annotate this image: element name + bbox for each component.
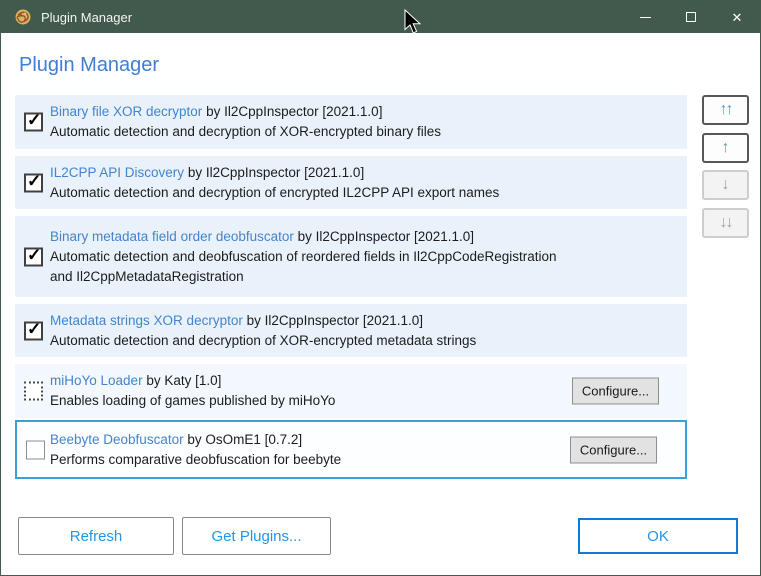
plugin-row-beebyte-deobfuscator[interactable]: Beebyte Deobfuscator by OsOmE1 [0.7.2] P… <box>15 420 687 479</box>
check-icon: ✓ <box>27 171 42 190</box>
plugin-author-version: by OsOmE1 [0.7.2] <box>187 431 303 447</box>
plugin-name-link[interactable]: Beebyte Deobfuscator <box>50 432 184 447</box>
plugin-description: Enables loading of games published by mi… <box>50 393 336 408</box>
plugin-author-version: by Katy [1.0] <box>146 373 222 388</box>
maximize-button[interactable] <box>668 1 714 33</box>
plugin-name-link[interactable]: miHoYo Loader <box>50 373 143 388</box>
plugin-checkbox[interactable]: ✓ <box>24 171 43 192</box>
maximize-icon <box>686 12 696 22</box>
check-icon: ✓ <box>27 319 42 338</box>
plugin-description: Automatic detection and deobfuscation of… <box>50 248 557 284</box>
move-to-top-button[interactable]: ↑↑ <box>702 95 749 125</box>
window-title: Plugin Manager <box>41 9 133 25</box>
plugin-checkbox[interactable] <box>26 440 45 459</box>
configure-button[interactable]: Configure... <box>570 436 657 463</box>
check-icon: ✓ <box>27 110 42 130</box>
plugin-description: Automatic detection and decryption of en… <box>50 184 500 200</box>
move-down-button[interactable]: ↓ <box>702 170 749 200</box>
plugin-checkbox[interactable]: ✓ <box>24 245 43 266</box>
close-icon: ✕ <box>731 9 743 25</box>
page-title: Plugin Manager <box>19 54 160 76</box>
move-to-bottom-button[interactable]: ↓↓ <box>702 208 749 238</box>
plugin-author-version: by Il2CppInspector [2021.1.0] <box>187 164 365 180</box>
check-icon: ✓ <box>27 245 42 264</box>
plugin-row-binary-file-xor-decryptor[interactable]: ✓ Binary file XOR decryptor by Il2CppIns… <box>15 95 687 149</box>
plugin-author-version: by Il2CppInspector [2021.1.0] <box>206 104 383 119</box>
titlebar: Plugin Manager ✕ <box>1 1 760 33</box>
plugin-list: ✓ Binary file XOR decryptor by Il2CppIns… <box>15 95 687 479</box>
plugin-row-metadata-strings-xor-decryptor[interactable]: ✓ Metadata strings XOR decryptor by Il2C… <box>15 304 687 357</box>
plugin-checkbox[interactable]: ✓ <box>24 319 43 340</box>
plugin-row-il2cpp-api-discovery[interactable]: ✓ IL2CPP API Discovery by Il2CppInspecto… <box>15 156 687 209</box>
plugin-manager-window: Plugin Manager ✕ Plugin Manager ✓ Binary… <box>0 0 761 576</box>
plugin-row-binary-metadata-field-order-deobfuscator[interactable]: ✓ Binary metadata field order deobfuscat… <box>15 216 687 297</box>
plugin-description: Automatic detection and decryption of XO… <box>50 124 441 139</box>
plugin-name-link[interactable]: Binary file XOR decryptor <box>50 104 202 119</box>
plugin-name-link[interactable]: IL2CPP API Discovery <box>50 165 184 180</box>
get-plugins-button[interactable]: Get Plugins... <box>182 517 331 555</box>
configure-button[interactable]: Configure... <box>572 377 659 405</box>
minimize-button[interactable] <box>622 1 668 33</box>
ok-button[interactable]: OK <box>578 518 738 554</box>
plugin-description: Performs comparative deobfuscation for b… <box>50 451 342 467</box>
app-logo-icon <box>15 9 31 25</box>
refresh-button[interactable]: Refresh <box>18 517 174 555</box>
caption-buttons: ✕ <box>622 1 760 33</box>
plugin-description: Automatic detection and decryption of XO… <box>50 332 477 348</box>
close-button[interactable]: ✕ <box>714 1 760 33</box>
plugin-row-mihoyo-loader[interactable]: miHoYo Loader by Katy [1.0] Enables load… <box>15 364 687 418</box>
minimize-icon <box>639 16 651 18</box>
plugin-author-version: by Il2CppInspector [2021.1.0] <box>246 312 423 328</box>
move-up-button[interactable]: ↑ <box>702 133 749 163</box>
plugin-checkbox[interactable] <box>24 381 43 401</box>
plugin-name-link[interactable]: Binary metadata field order deobfuscator <box>50 229 294 244</box>
plugin-author-version: by Il2CppInspector [2021.1.0] <box>297 228 475 244</box>
plugin-checkbox[interactable]: ✓ <box>24 110 43 132</box>
plugin-name-link[interactable]: Metadata strings XOR decryptor <box>50 313 243 328</box>
